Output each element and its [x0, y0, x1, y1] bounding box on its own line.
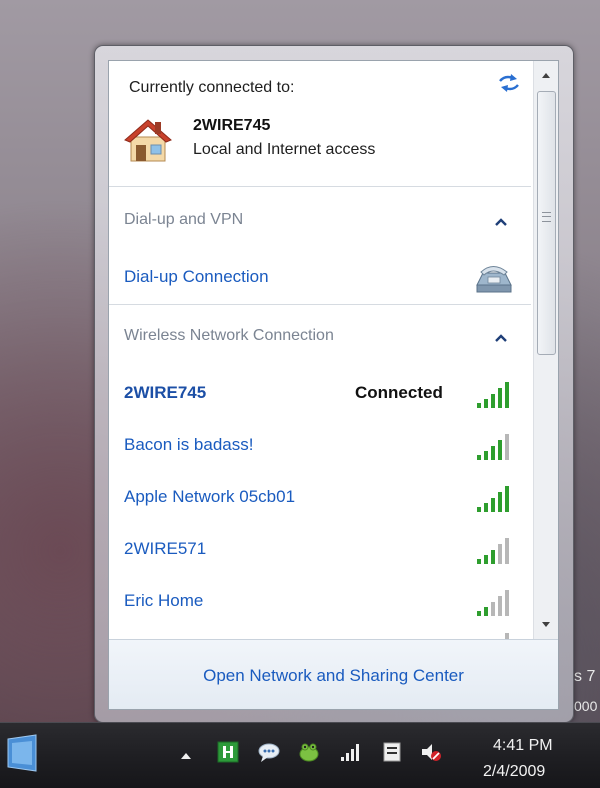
- section-title-dialup[interactable]: Dial-up and VPN: [124, 211, 243, 229]
- wifi-network-item[interactable]: 2WIRE571: [109, 531, 531, 571]
- signal-strength-icon: [477, 590, 509, 616]
- dialup-connection-link[interactable]: Dial-up Connection: [124, 267, 269, 287]
- signal-strength-icon: [477, 486, 509, 512]
- wifi-network-name: Bacon is badass!: [124, 435, 254, 454]
- wifi-network-item[interactable]: Eric Home: [109, 583, 531, 623]
- wifi-network-item[interactable]: Apple Network 05cb01: [109, 479, 531, 519]
- start-button-icon[interactable]: [4, 733, 40, 773]
- app-tray-icon[interactable]: [217, 741, 239, 763]
- chevron-up-icon[interactable]: [494, 217, 508, 227]
- wifi-network-item[interactable]: Bacon is badass!: [109, 427, 531, 467]
- popup-footer: Open Network and Sharing Center: [109, 639, 558, 709]
- scrollbar[interactable]: [533, 61, 558, 639]
- current-network-access: Local and Internet access: [193, 141, 376, 158]
- taskbar: 4:41 PM 2/4/2009: [0, 722, 600, 788]
- refresh-icon[interactable]: [497, 73, 521, 93]
- network-popup: Currently connected to: 2WIRE745 Local a…: [108, 60, 559, 710]
- network-signal-icon[interactable]: [339, 741, 361, 763]
- house-icon: [124, 119, 172, 162]
- wifi-network-name: 2WIRE571: [124, 539, 207, 558]
- chevron-up-icon[interactable]: [494, 333, 508, 343]
- divider: [109, 186, 531, 187]
- show-hidden-icons-arrow-icon[interactable]: [181, 753, 191, 759]
- wifi-network-name: 2WIRE745: [124, 383, 207, 402]
- signal-strength-icon: [477, 382, 509, 408]
- scroll-up-arrow-icon[interactable]: [534, 63, 558, 87]
- chat-bubble-icon[interactable]: [258, 741, 280, 763]
- clock-time[interactable]: 4:41 PM: [493, 737, 553, 755]
- scrollbar-thumb[interactable]: [537, 91, 556, 355]
- desktop-text-peek: 000: [574, 698, 598, 714]
- signal-strength-icon: [477, 538, 509, 564]
- wifi-network-name: Apple Network 05cb01: [124, 487, 296, 506]
- dialup-phone-icon: [476, 266, 512, 293]
- clock-date[interactable]: 2/4/2009: [483, 763, 545, 781]
- action-center-icon[interactable]: [381, 741, 403, 763]
- volume-muted-icon[interactable]: [420, 741, 442, 763]
- signal-strength-icon: [477, 434, 509, 460]
- current-connection-label: Currently connected to:: [129, 79, 295, 96]
- scroll-down-arrow-icon[interactable]: [534, 613, 558, 637]
- network-list-content: Currently connected to: 2WIRE745 Local a…: [109, 61, 531, 639]
- divider: [109, 304, 531, 305]
- wifi-network-item[interactable]: 2WIRE745 Connected: [109, 375, 531, 415]
- desktop-text-peek: s 7: [574, 668, 596, 685]
- connection-status: Connected: [355, 383, 443, 402]
- frog-tray-icon[interactable]: [298, 741, 320, 763]
- current-network-name: 2WIRE745: [193, 117, 271, 134]
- section-title-wireless[interactable]: Wireless Network Connection: [124, 327, 334, 345]
- open-network-sharing-center-link[interactable]: Open Network and Sharing Center: [109, 666, 558, 686]
- wifi-network-name: Eric Home: [124, 591, 204, 610]
- scrollbar-grip-icon: [542, 212, 551, 222]
